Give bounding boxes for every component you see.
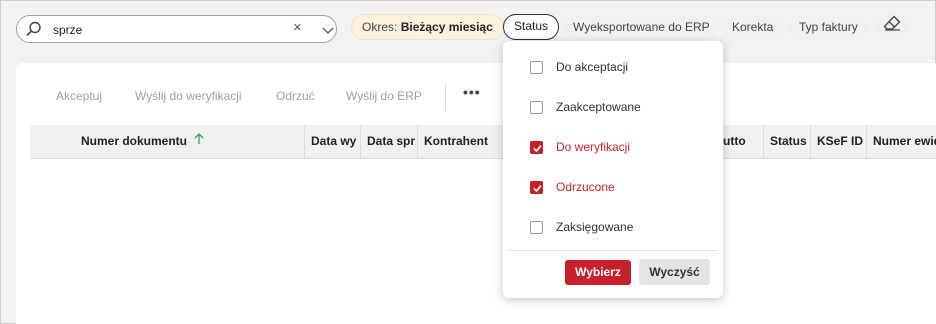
column-header-data-sprzedazy[interactable]: Data spr <box>361 125 418 159</box>
status-option-label: Do weryfikacji <box>556 140 631 154</box>
status-option-label: Zaakceptowane <box>556 100 641 114</box>
status-option-zaakceptowane[interactable]: Zaakceptowane <box>530 99 641 115</box>
clear-filters-button[interactable] <box>875 14 909 40</box>
dropdown-divider <box>509 250 718 251</box>
wybierz-button[interactable]: Wybierz <box>565 260 631 285</box>
status-option-zaksiegowane[interactable]: Zaksięgowane <box>530 219 633 235</box>
korekta-filter-chip[interactable]: Korekta <box>722 14 784 40</box>
checkmark-icon <box>533 144 542 152</box>
okres-filter-value: Bieżący miesiąc <box>400 20 493 34</box>
search-box[interactable]: sprze × <box>16 15 337 43</box>
column-header-ksef-id[interactable]: KSeF ID <box>811 125 867 159</box>
status-option-do-weryfikacji[interactable]: Do weryfikacji <box>530 139 630 155</box>
search-icon <box>26 21 42 37</box>
akceptuj-button[interactable]: Akceptuj <box>56 89 102 103</box>
column-header-numer-dokumentu[interactable]: Numer dokumentu <box>74 125 305 159</box>
status-option-do-akceptacji[interactable]: Do akceptacji <box>530 59 628 75</box>
odrzuc-button[interactable]: Odrzuć <box>276 89 315 103</box>
select-column-header <box>30 125 74 159</box>
toolbar-divider <box>445 83 446 111</box>
chevron-down-icon[interactable] <box>322 24 334 34</box>
checkbox[interactable] <box>530 60 543 74</box>
wyslij-do-erp-button[interactable]: Wyślij do ERP <box>346 89 422 103</box>
status-option-odrzucone[interactable]: Odrzucone <box>530 179 615 195</box>
wyczysc-button[interactable]: Wyczyść <box>639 259 710 285</box>
status-option-label: Do akceptacji <box>556 60 629 74</box>
status-filter-chip[interactable]: Status <box>503 14 560 40</box>
wyslij-do-weryfikacji-button[interactable]: Wyślij do weryfikacji <box>135 89 242 103</box>
typ-faktury-filter-chip[interactable]: Typ faktury <box>789 14 868 40</box>
checkbox[interactable] <box>530 180 543 194</box>
more-actions-button[interactable]: ••• <box>463 84 481 100</box>
arrow-up-icon <box>194 125 204 158</box>
okres-filter-chip[interactable]: Okres: Bieżący miesiąc <box>351 14 504 40</box>
status-option-label: Zaksięgowane <box>556 220 634 234</box>
status-filter-dropdown: Do akceptacji Zaakceptowane Do weryfikac… <box>503 41 723 298</box>
checkbox[interactable] <box>530 100 543 114</box>
eraser-icon <box>883 14 901 40</box>
column-header-label: Numer dokumentu <box>81 134 188 148</box>
search-input[interactable]: sprze <box>53 23 82 37</box>
table-header: Numer dokumentu Data wy Data spr Kontrah… <box>30 125 936 159</box>
checkmark-icon <box>533 184 542 192</box>
checkbox[interactable] <box>530 220 543 234</box>
status-option-label: Odrzucone <box>556 180 615 194</box>
close-icon[interactable]: × <box>293 20 307 35</box>
column-header-status[interactable]: Status <box>764 125 811 159</box>
column-header-data-wystawienia[interactable]: Data wy <box>305 125 361 159</box>
okres-filter-label: Okres: <box>362 20 398 34</box>
checkbox[interactable] <box>530 140 543 154</box>
column-header-numer-ewidencyjny[interactable]: Numer ewid <box>867 125 936 159</box>
erp-filter-chip[interactable]: Wyeksportowane do ERP <box>563 14 720 40</box>
